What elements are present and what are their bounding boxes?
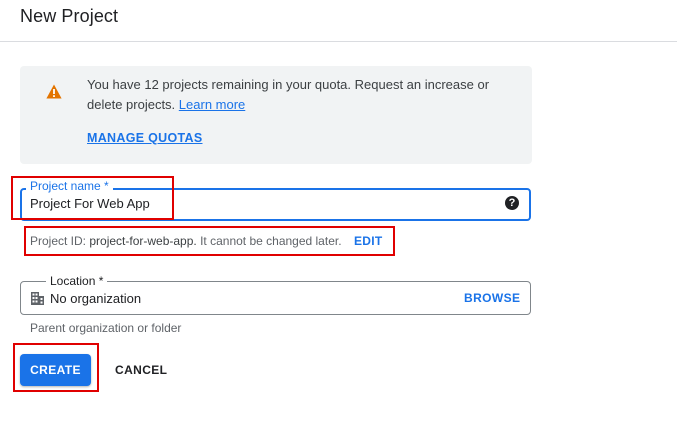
quota-notice: You have 12 projects remaining in your q… xyxy=(20,66,532,164)
location-label: Location * xyxy=(46,274,108,288)
create-button[interactable]: CREATE xyxy=(20,354,91,386)
project-id-suffix: It cannot be changed later. xyxy=(200,234,342,248)
project-name-label: Project name * xyxy=(26,179,113,193)
quota-message: You have 12 projects remaining in your q… xyxy=(87,75,517,115)
project-id-text: Project ID: project-for-web-app. It cann… xyxy=(30,234,342,248)
warning-icon xyxy=(46,84,62,99)
cancel-button[interactable]: CANCEL xyxy=(115,363,167,377)
location-value: No organization xyxy=(50,291,142,306)
page-header: New Project xyxy=(0,0,677,42)
project-id-prefix: Project ID: xyxy=(30,234,87,248)
page-title: New Project xyxy=(20,6,119,26)
edit-project-id-button[interactable]: EDIT xyxy=(354,234,383,248)
location-helper-text: Parent organization or folder xyxy=(30,321,182,335)
manage-quotas-link[interactable]: MANAGE QUOTAS xyxy=(87,131,202,145)
quota-message-text: You have 12 projects remaining in your q… xyxy=(87,77,490,112)
building-icon xyxy=(31,292,44,305)
project-id-value: project-for-web-app. xyxy=(89,234,197,248)
learn-more-link[interactable]: Learn more xyxy=(179,97,245,112)
browse-button[interactable]: BROWSE xyxy=(464,291,520,305)
help-circle-icon[interactable]: ? xyxy=(505,196,519,210)
project-name-value[interactable]: Project For Web App xyxy=(30,196,150,211)
